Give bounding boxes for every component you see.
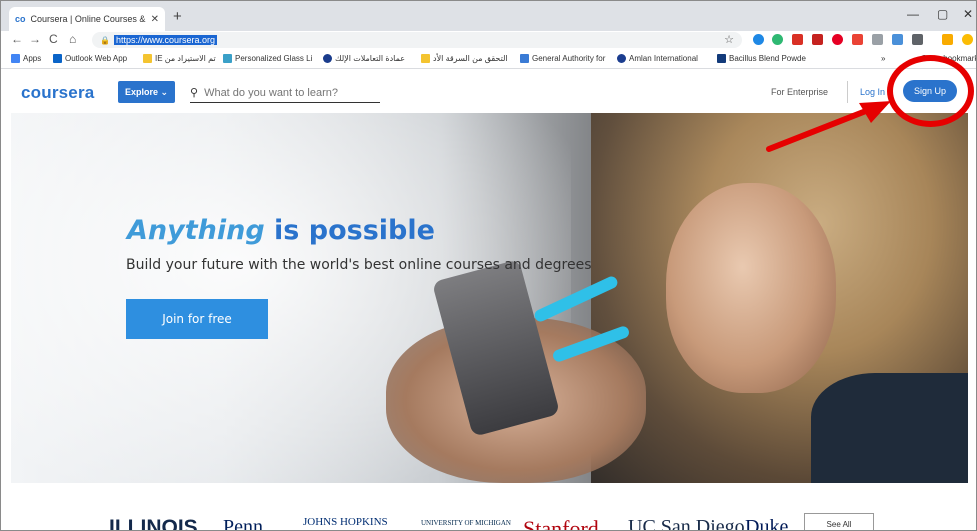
gmail-icon[interactable] (812, 34, 823, 45)
partner-logo-michigan: UNIVERSITY OF MICHIGAN (421, 519, 511, 527)
bookmark-item[interactable]: Outlook Web App (53, 54, 127, 63)
site-icon (617, 54, 626, 63)
bookmark-item[interactable]: Amlan International (617, 54, 698, 63)
folder-icon (143, 54, 152, 63)
url-text[interactable]: https://www.coursera.org (113, 35, 218, 45)
coursera-logo[interactable]: coursera (21, 83, 94, 103)
extension-icon[interactable] (772, 34, 783, 45)
extension-icon[interactable] (792, 34, 803, 45)
tab-strip: co Coursera | Online Courses & Cre ✕ + —… (1, 1, 976, 31)
for-enterprise-link[interactable]: For Enterprise (771, 87, 828, 97)
home-button[interactable]: ⌂ (69, 32, 76, 46)
profile-icon[interactable] (962, 34, 973, 45)
extension-icon[interactable] (892, 34, 903, 45)
explore-button[interactable]: Explore ⌄ (118, 81, 175, 103)
back-button[interactable]: ← (11, 32, 23, 46)
pinterest-icon[interactable] (832, 34, 843, 45)
tab-title: Coursera | Online Courses & Cre (30, 14, 147, 24)
minimize-button[interactable]: — (907, 7, 919, 21)
maximize-button[interactable]: ▢ (937, 7, 948, 21)
bookmarks-bar: Apps Outlook Web App IE تم الاستيراد من … (1, 49, 976, 69)
forward-button[interactable]: → (29, 32, 41, 46)
bookmark-item[interactable]: Personalized Glass Li (223, 54, 312, 63)
hero-headline-emphasis: Anything (127, 215, 265, 246)
hero-headline: Anything is possible (127, 215, 435, 246)
extension-icon[interactable] (872, 34, 883, 45)
annotation-arrow (766, 101, 891, 152)
extension-icon[interactable] (753, 34, 764, 45)
extension-icon[interactable] (852, 34, 863, 45)
hero-photo-face (666, 183, 836, 393)
bookmark-item[interactable]: Bacillus Blend Powde (717, 54, 806, 63)
new-tab-button[interactable]: + (173, 8, 182, 25)
site-icon (520, 54, 529, 63)
hero-headline-rest: is possible (264, 215, 435, 246)
extension-icon[interactable] (942, 34, 953, 45)
hero-photo-shirt (811, 373, 968, 483)
address-bar-row: ← → C ⌂ 🔒 https://www.coursera.org ☆ (1, 31, 976, 49)
search-bar: ⚲ (190, 83, 380, 103)
folder-icon (421, 54, 430, 63)
screenshot-frame: co Coursera | Online Courses & Cre ✕ + —… (0, 0, 977, 531)
close-window-button[interactable]: ✕ (963, 7, 973, 21)
bookmarks-overflow-button[interactable]: » (881, 54, 885, 63)
search-icon[interactable]: ⚲ (190, 86, 198, 99)
search-input[interactable] (204, 86, 375, 99)
hero-subheadline: Build your future with the world's best … (126, 257, 592, 273)
bookmark-item[interactable]: General Authority for (520, 54, 605, 63)
site-icon (717, 54, 726, 63)
omnibox[interactable]: 🔒 https://www.coursera.org ☆ (92, 32, 742, 48)
partner-logo-duke: Duke (745, 516, 789, 531)
partner-logo-penn: Penn (223, 516, 263, 531)
lock-icon: 🔒 (100, 35, 110, 45)
partner-logo-illinois: ILLINOIS (109, 516, 198, 531)
bookmark-item[interactable]: Apps (11, 54, 41, 63)
bookmark-item[interactable]: عمادة التعاملات الإلك (323, 54, 405, 63)
login-link[interactable]: Log In (860, 87, 885, 97)
site-icon (223, 54, 232, 63)
reload-button[interactable]: C (49, 32, 58, 46)
bookmark-item[interactable]: التحقق من السرقة الأد (421, 54, 508, 63)
outlook-icon (53, 54, 62, 63)
partner-logo-stanford: Stanford (523, 516, 599, 531)
partner-logo-uc-san-diego: UC San Diego (628, 516, 745, 531)
partner-logos-strip: ILLINOIS Penn JOHNS HOPKINS UNIVERSITY O… (1, 483, 976, 531)
partner-logo-johns-hopkins: JOHNS HOPKINS (303, 516, 388, 528)
see-all-partners-button[interactable]: See All (804, 513, 874, 530)
site-icon (323, 54, 332, 63)
browser-tab[interactable]: co Coursera | Online Courses & Cre ✕ (9, 7, 165, 31)
hero-banner: Anything is possible Build your future w… (11, 113, 968, 483)
coursera-favicon: co (15, 14, 26, 24)
join-for-free-button[interactable]: Join for free (126, 299, 268, 339)
extension-icon[interactable] (912, 34, 923, 45)
tab-close-icon[interactable]: ✕ (151, 14, 159, 25)
bookmark-star-icon[interactable]: ☆ (724, 33, 734, 46)
apps-grid-icon (11, 54, 20, 63)
bookmark-item[interactable]: IE تم الاستيراد من (143, 54, 216, 63)
